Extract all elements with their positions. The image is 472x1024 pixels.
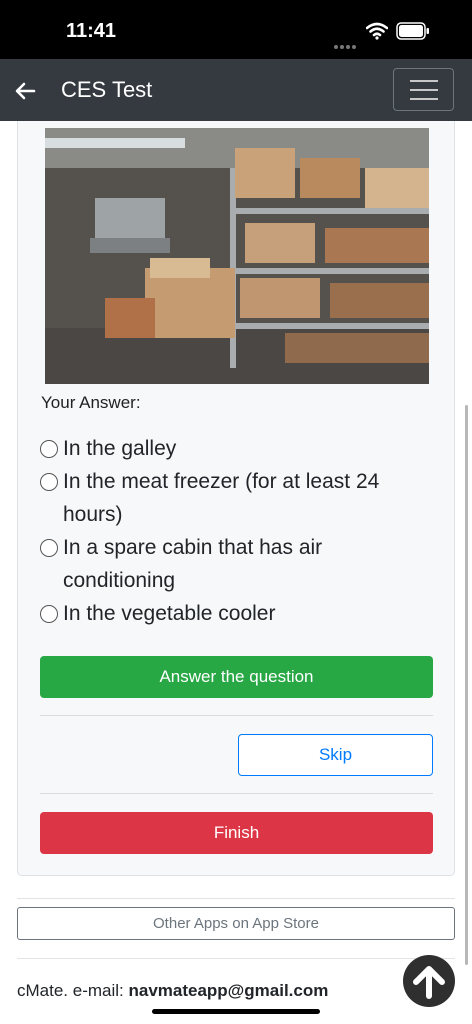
divider [40,793,433,794]
home-indicator [152,1009,320,1014]
radio-button[interactable] [40,605,58,623]
battery-icon [396,22,429,40]
contact-line: cMate. e-mail: navmateapp@gmail.com [17,981,328,1001]
status-time: 11:41 [66,20,117,42]
contact-prefix: cMate. e-mail: [17,981,124,1000]
option-vegetable-cooler[interactable]: In the vegetable cooler [40,597,430,630]
divider [17,958,455,959]
radio-button[interactable] [40,539,58,557]
option-label: In the meat freezer (for at least 24 hou… [63,470,380,526]
wifi-icon [366,22,388,40]
answer-label: Your Answer: [41,393,141,412]
divider [40,715,433,716]
question-card: Your Answer: In the galley In the meat f… [17,121,455,876]
scrollbar[interactable] [465,405,468,965]
question-image [45,128,429,384]
scroll-to-top-button[interactable] [403,955,455,1007]
page-title: CES Test [61,77,153,102]
arrow-left-icon[interactable] [14,81,36,101]
option-spare-cabin[interactable]: In a spare cabin that has air conditioni… [40,531,430,597]
arrow-up-icon [413,966,445,999]
navbar: CES Test [0,59,472,121]
answer-button[interactable]: Answer the question [40,656,433,698]
status-bar: 11:41 [0,0,472,59]
option-label: In the galley [63,437,177,460]
option-label: In a spare cabin that has air conditioni… [63,536,323,592]
hamburger-icon [410,80,438,82]
finish-button[interactable]: Finish [40,812,433,854]
signal-icon [334,36,362,49]
option-galley[interactable]: In the galley [40,432,430,465]
skip-button[interactable]: Skip [238,734,433,776]
radio-button[interactable] [40,473,58,491]
option-label: In the vegetable cooler [63,602,276,625]
option-meat-freezer[interactable]: In the meat freezer (for at least 24 hou… [40,465,430,531]
radio-button[interactable] [40,440,58,458]
other-apps-button[interactable]: Other Apps on App Store [17,907,455,940]
divider [17,898,455,899]
contact-email-link[interactable]: navmateapp@gmail.com [128,981,328,1000]
menu-toggle-button[interactable] [393,68,454,111]
